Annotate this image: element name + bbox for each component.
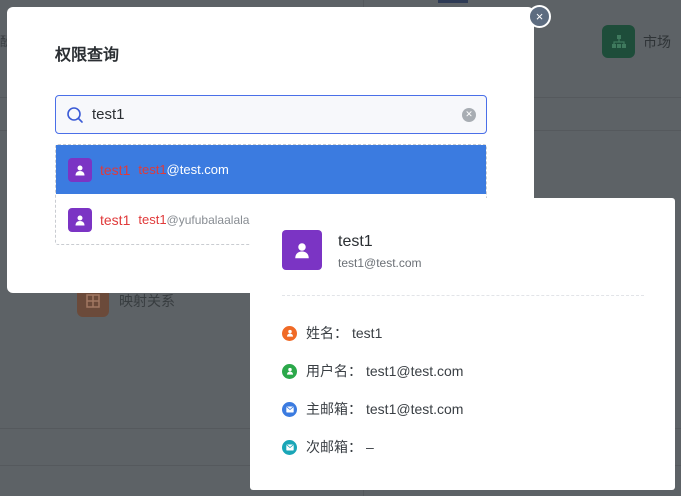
user-avatar-icon <box>68 207 92 232</box>
detail-field-secondary-email: 次邮箱： – <box>282 437 374 457</box>
field-label: 次邮箱： <box>306 439 362 455</box>
detail-divider <box>282 295 644 296</box>
result-option[interactable]: test1 test1@test.com <box>56 145 486 194</box>
field-value: test1 <box>352 325 383 341</box>
detail-field-name: 姓名： test1 <box>282 323 382 343</box>
field-value: test1@test.com <box>366 401 464 417</box>
sitemap-icon <box>602 25 635 58</box>
user-icon <box>282 325 297 341</box>
modal-title: 权限查询 <box>55 47 120 64</box>
result-name: test1 <box>100 211 131 228</box>
close-button[interactable]: × <box>528 5 551 28</box>
mail-icon <box>282 439 297 455</box>
detail-field-primary-email: 主邮箱： test1@test.com <box>282 399 463 419</box>
result-email: test1@yufubalaalalal <box>138 212 252 227</box>
bg-app-mapping-label: 映射关系 <box>119 293 175 309</box>
close-icon: × <box>535 9 544 24</box>
user-icon <box>282 363 297 379</box>
result-email-rest: @yufubalaalalal <box>166 213 253 227</box>
detail-email: test1@test.com <box>338 256 422 270</box>
user-detail-card: test1 test1@test.com 姓名： test1 用户名： test… <box>250 198 675 490</box>
search-field[interactable]: ✕ <box>55 95 487 134</box>
result-email-rest: @test.com <box>166 162 229 177</box>
result-email-highlight: test1 <box>138 162 167 177</box>
search-input[interactable] <box>92 106 462 123</box>
user-avatar-icon <box>282 230 322 270</box>
field-value: test1@test.com <box>366 363 464 379</box>
field-label: 用户名： <box>306 363 362 379</box>
field-label: 姓名： <box>306 325 348 341</box>
clear-icon[interactable]: ✕ <box>462 107 476 122</box>
mail-icon <box>282 401 297 417</box>
detail-field-username: 用户名： test1@test.com <box>282 361 463 381</box>
result-email-highlight: test1 <box>138 212 167 227</box>
bg-app-market: 市场 <box>602 25 671 58</box>
field-value: – <box>366 439 374 455</box>
field-label: 主邮箱： <box>306 401 362 417</box>
search-icon <box>67 106 83 123</box>
result-email: test1@test.com <box>138 162 229 177</box>
result-name: test1 <box>100 161 131 178</box>
user-avatar-icon <box>68 157 92 182</box>
bg-top-chip <box>438 0 468 3</box>
bg-app-market-label: 市场 <box>643 33 671 50</box>
detail-name: test1 <box>338 233 373 250</box>
